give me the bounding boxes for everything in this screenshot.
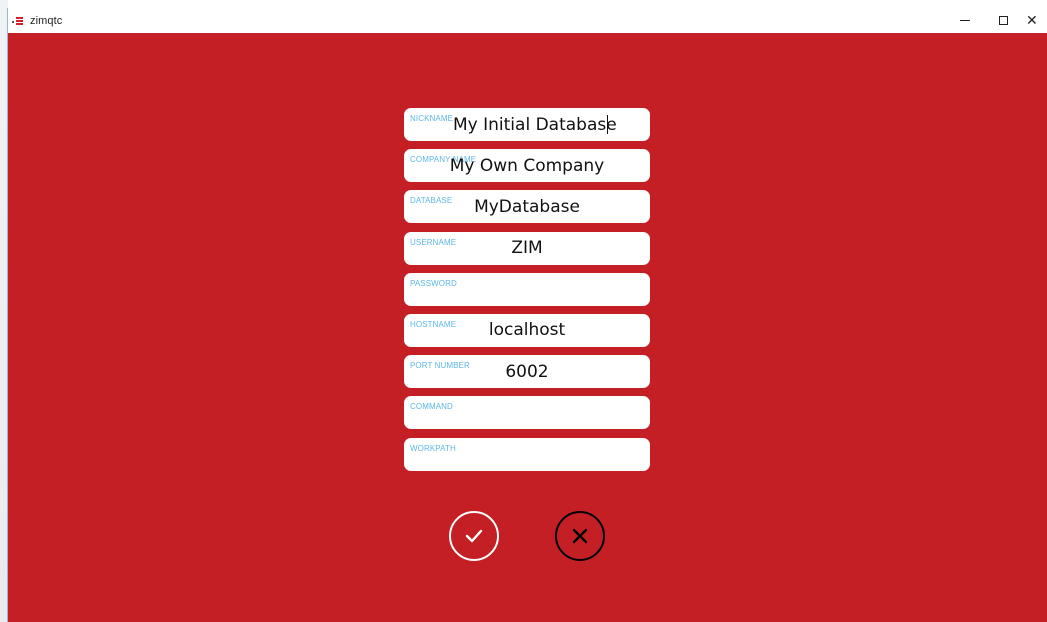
company-name-field: COMPANY NAME xyxy=(404,149,650,183)
command-field: COMMAND xyxy=(404,396,650,430)
close-button[interactable]: ✕ xyxy=(1022,8,1047,33)
hostname-field: HOSTNAME xyxy=(404,313,650,347)
checkmark-circle-icon xyxy=(465,529,483,543)
hostname-input[interactable] xyxy=(404,317,650,343)
confirm-button[interactable] xyxy=(449,511,499,561)
password-input[interactable] xyxy=(404,276,650,302)
minimize-button[interactable] xyxy=(946,8,984,33)
company-name-input[interactable] xyxy=(404,153,650,179)
window-controls: ✕ xyxy=(946,8,1047,33)
window-title: zimqtc xyxy=(30,14,63,27)
nickname-field: NICKNAME xyxy=(404,108,650,141)
cancel-button[interactable] xyxy=(555,511,605,561)
connection-form: NICKNAME COMPANY NAME DATABASE USERNAME … xyxy=(404,108,652,479)
text-caret xyxy=(607,115,608,134)
maximize-icon xyxy=(998,16,1008,25)
username-field: USERNAME xyxy=(404,231,650,265)
form-actions xyxy=(449,511,611,565)
title-bar[interactable]: zimqtc ✕ xyxy=(8,8,1047,33)
command-input[interactable] xyxy=(404,400,650,426)
database-input[interactable] xyxy=(404,194,650,220)
port-number-field: PORT NUMBER xyxy=(404,355,650,389)
nickname-input[interactable] xyxy=(404,112,650,137)
port-number-input[interactable] xyxy=(404,359,650,385)
password-field: PASSWORD xyxy=(404,272,650,306)
username-input[interactable] xyxy=(404,235,650,261)
close-icon: ✕ xyxy=(1026,12,1038,28)
maximize-button[interactable] xyxy=(984,8,1022,33)
app-menu-icon[interactable] xyxy=(12,16,25,26)
workpath-input[interactable] xyxy=(404,441,650,467)
minimize-icon xyxy=(960,20,970,21)
database-field: DATABASE xyxy=(404,190,650,224)
workpath-field: WORKPATH xyxy=(404,437,650,471)
x-circle-icon xyxy=(572,528,588,544)
